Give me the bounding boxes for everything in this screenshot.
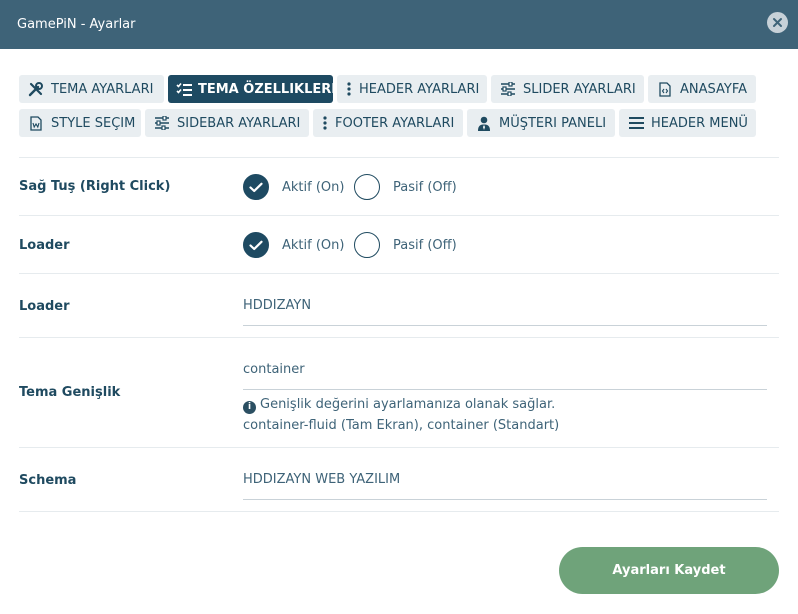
setting-row-loader-toggle: Loader Aktif (On) Pasif (Off) <box>19 215 779 273</box>
radio-label: Pasif (Off) <box>393 237 457 253</box>
tab-slider-ayarlari[interactable]: SLIDER AYARLARI <box>491 75 644 103</box>
tab-header-menu[interactable]: HEADER MENÜ <box>619 109 756 137</box>
file-code-icon <box>656 81 674 97</box>
radio-unchecked-icon <box>354 232 380 258</box>
window-titlebar: GamePiN - Ayarlar <box>0 0 798 49</box>
save-settings-button[interactable]: Ayarları Kaydet <box>559 547 779 594</box>
tab-label: ANASAYFA <box>680 81 748 97</box>
setting-label: Loader <box>19 238 70 253</box>
close-icon <box>773 18 782 27</box>
loader-on-radio[interactable]: Aktif (On) <box>243 232 344 258</box>
schema-input[interactable]: HDDIZAYN WEB YAZILIM <box>243 472 767 500</box>
tab-label: HEADER MENÜ <box>651 115 748 131</box>
setting-row-loader-text: Loader HDDIZAYN <box>19 273 779 337</box>
tab-anasayfa[interactable]: ANASAYFA <box>648 75 756 103</box>
window-title: GamePiN - Ayarlar <box>17 17 136 32</box>
checklist-icon <box>176 81 192 97</box>
tab-footer-ayarlari[interactable]: FOOTER AYARLARI <box>313 109 463 137</box>
right-click-off-radio[interactable]: Pasif (Off) <box>354 174 457 200</box>
radio-label: Pasif (Off) <box>393 179 457 195</box>
radio-unchecked-icon <box>354 174 380 200</box>
tab-musteri-paneli[interactable]: MÜŞTERI PANELI <box>467 109 615 137</box>
tab-label: STYLE SEÇIM <box>51 115 136 131</box>
setting-label: Loader <box>19 299 70 314</box>
tab-label: TEMA ÖZELLIKLERI <box>198 81 337 97</box>
tab-label: HEADER AYARLARI <box>359 81 480 97</box>
setting-row-right-click: Sağ Tuş (Right Click) Aktif (On) Pasif (… <box>19 157 779 215</box>
close-button[interactable] <box>767 12 788 33</box>
radio-label: Aktif (On) <box>282 237 345 253</box>
tab-tema-ozellikleri[interactable]: TEMA ÖZELLIKLERI <box>168 75 337 103</box>
sliders-icon <box>153 115 171 131</box>
radio-checked-icon <box>243 232 269 258</box>
help-text: container-fluid (Tam Ekran), container (… <box>243 418 560 433</box>
radio-checked-icon <box>243 174 269 200</box>
tools-icon <box>27 81 45 97</box>
tab-header-ayarlari[interactable]: HEADER AYARLARI <box>337 75 487 103</box>
dots-vertical-icon <box>321 115 329 131</box>
setting-label: Sağ Tuş (Right Click) <box>19 179 171 194</box>
help-text: Genişlik değerini ayarlamanıza olanak sa… <box>260 397 556 412</box>
tab-label: SIDEBAR AYARLARI <box>177 115 301 131</box>
right-click-on-radio[interactable]: Aktif (On) <box>243 174 344 200</box>
bars-icon <box>627 115 645 131</box>
tab-label: SLIDER AYARLARI <box>523 81 636 97</box>
tab-label: MÜŞTERI PANELI <box>499 115 607 131</box>
file-word-icon <box>27 115 45 131</box>
loader-off-radio[interactable]: Pasif (Off) <box>354 232 457 258</box>
theme-width-input[interactable]: container <box>243 362 767 390</box>
setting-label: Tema Genişlik <box>19 385 121 400</box>
user-tie-icon <box>475 115 493 131</box>
info-icon: i <box>243 401 256 414</box>
setting-row-theme-width: Tema Genişlik container i Genişlik değeri… <box>19 337 779 447</box>
radio-label: Aktif (On) <box>282 179 345 195</box>
loader-text-input[interactable]: HDDIZAYN <box>243 298 767 326</box>
setting-row-schema: Schema HDDIZAYN WEB YAZILIM <box>19 447 779 512</box>
tab-label: FOOTER AYARLARI <box>335 115 455 131</box>
tab-tema-ayarlari[interactable]: TEMA AYARLARI <box>19 75 164 103</box>
dots-vertical-icon <box>345 81 353 97</box>
tab-label: TEMA AYARLARI <box>51 81 154 97</box>
tab-sidebar-ayarlari[interactable]: SIDEBAR AYARLARI <box>145 109 309 137</box>
sliders-icon <box>499 81 517 97</box>
theme-width-help: i Genişlik değerini ayarlamanıza olanak s… <box>243 394 559 436</box>
setting-label: Schema <box>19 473 77 488</box>
tab-style-secim[interactable]: STYLE SEÇIM <box>19 109 141 137</box>
